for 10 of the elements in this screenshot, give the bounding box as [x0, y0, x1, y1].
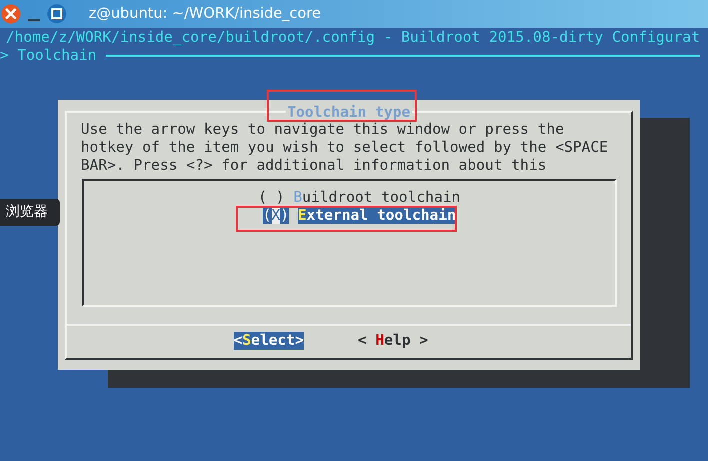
dialog-button[interactable]: <Select> — [234, 332, 304, 350]
window-title: z@ubuntu: ~/WORK/inside_core — [89, 6, 322, 22]
breadcrumb: > Toolchain — [0, 46, 97, 64]
tooltip: 浏览器 — [0, 199, 60, 226]
dialog-button[interactable]: < Help > — [358, 332, 428, 350]
close-icon[interactable] — [1, 4, 21, 24]
config-path-header: /home/z/WORK/inside_core/buildroot/.config - Buildroot 2015.08-dirty Configurat — [6, 29, 700, 46]
help-text: Use the arrow keys to navigate this window or press the hotkey of the item you wish to select followed by the <SPACE BAR>. Press <?> for additional information about this — [81, 121, 610, 175]
radio-option[interactable]: ( ) Buildroot toolchain — [238, 189, 461, 207]
maximize-icon[interactable] — [47, 4, 67, 24]
